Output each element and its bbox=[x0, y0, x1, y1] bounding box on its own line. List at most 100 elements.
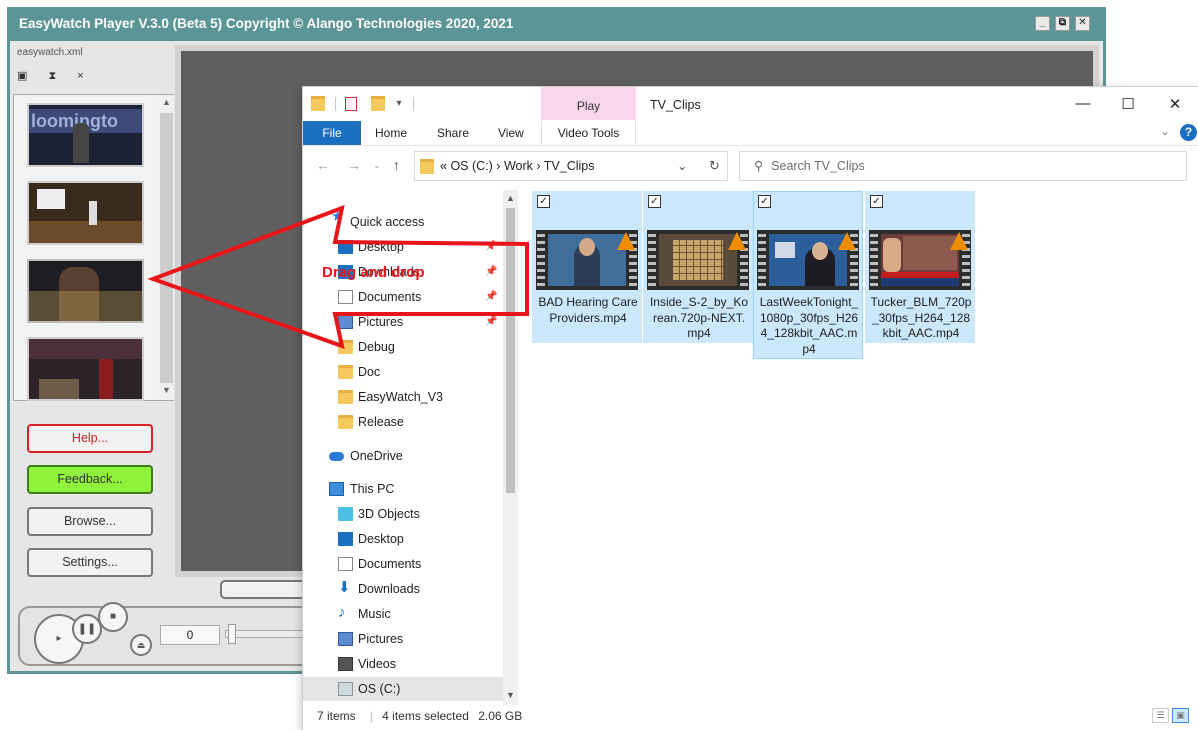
playlist-thumbnails[interactable]: loomingto ▲ ▼ bbox=[13, 94, 174, 401]
folder-icon bbox=[338, 390, 353, 404]
forward-icon[interactable]: → bbox=[347, 157, 361, 173]
scroll-down-icon[interactable]: ▼ bbox=[506, 690, 515, 700]
nav-item-downloads-pc[interactable]: ⬇ Downloads bbox=[303, 577, 503, 601]
stop-button[interactable]: ■ bbox=[98, 602, 128, 632]
videos-icon bbox=[338, 657, 353, 671]
minimize-button[interactable]: — bbox=[1073, 95, 1093, 112]
nav-item-doc[interactable]: Doc bbox=[303, 360, 503, 384]
pin-icon[interactable]: 📌 bbox=[485, 235, 497, 259]
selection-size: 2.06 GB bbox=[478, 709, 523, 723]
cube-icon bbox=[338, 507, 353, 521]
search-input[interactable]: ⚲ Search TV_Clips bbox=[739, 151, 1187, 181]
nav-item-music[interactable]: ♪ Music bbox=[303, 602, 503, 626]
explorer-titlebar: ▾ Play TV_Clips — ☐ ✕ bbox=[303, 87, 1198, 121]
large-icons-view-icon[interactable]: ▣ bbox=[1172, 708, 1189, 723]
file-item[interactable]: ✓ Tucker_BLM_720p_30fps_H264_128kbit_AAC… bbox=[865, 191, 975, 343]
playlist-item[interactable] bbox=[27, 181, 144, 245]
maximize-button[interactable]: ☐ bbox=[1118, 95, 1138, 113]
nav-item-this-pc[interactable]: This PC bbox=[303, 477, 503, 501]
vlc-icon bbox=[950, 232, 968, 250]
nav-item-pictures-pc[interactable]: Pictures bbox=[303, 627, 503, 651]
nav-item-quick-access[interactable]: ★ Quick access bbox=[303, 208, 503, 234]
tab-file[interactable]: File bbox=[303, 121, 361, 145]
folder-icon bbox=[420, 159, 434, 174]
navigation-scroll-thumb[interactable] bbox=[506, 208, 515, 493]
pin-icon[interactable]: 📌 bbox=[485, 310, 497, 334]
pin-icon[interactable]: 📌 bbox=[485, 260, 497, 284]
tab-share[interactable]: Share bbox=[437, 121, 469, 145]
scroll-up-icon[interactable]: ▲ bbox=[506, 193, 515, 203]
playlist-item-selected[interactable] bbox=[27, 259, 144, 323]
browse-button[interactable]: Browse... bbox=[27, 507, 153, 536]
help-button[interactable]: Help... bbox=[27, 424, 153, 453]
pin-icon[interactable]: 📌 bbox=[485, 285, 497, 309]
nav-item-documents[interactable]: Documents 📌 bbox=[303, 285, 503, 309]
vlc-icon bbox=[728, 232, 746, 250]
pc-icon bbox=[329, 482, 344, 496]
address-bar[interactable]: « OS (C:) › Work › TV_Clips ⌄ ↻ bbox=[414, 151, 728, 181]
recent-dropdown-icon[interactable]: ⌄ bbox=[373, 160, 381, 171]
folder-icon[interactable] bbox=[311, 96, 325, 112]
checkbox[interactable]: ✓ bbox=[870, 195, 883, 208]
nav-item-debug[interactable]: Debug bbox=[303, 335, 503, 359]
file-item-focused[interactable]: ✓ LastWeekTonight_1080p_30fps_H264_128kb… bbox=[753, 191, 863, 359]
up-icon[interactable]: ↑ bbox=[393, 157, 400, 173]
checkbox[interactable]: ✓ bbox=[758, 195, 771, 208]
nav-item-onedrive[interactable]: OneDrive bbox=[303, 444, 503, 468]
breadcrumb[interactable]: « OS (C:) › Work › TV_Clips bbox=[440, 152, 595, 180]
playlist-item[interactable]: loomingto bbox=[27, 103, 144, 167]
playlist-scroll-thumb[interactable] bbox=[160, 113, 173, 383]
quick-access-toolbar[interactable]: ▾ bbox=[311, 95, 415, 113]
properties-icon[interactable] bbox=[345, 96, 358, 111]
nav-item-os-c[interactable]: OS (C:) bbox=[303, 677, 503, 701]
file-item[interactable]: ✓ Inside_S-2_by_Korean.720p-NEXT.mp4 bbox=[643, 191, 753, 343]
pictures-icon bbox=[338, 315, 353, 329]
file-name: Tucker_BLM_720p_30fps_H264_128kbit_AAC.m… bbox=[870, 295, 972, 340]
folder-icon bbox=[338, 340, 353, 354]
vlc-icon bbox=[838, 232, 856, 250]
new-folder-icon[interactable] bbox=[370, 96, 385, 112]
refresh-icon[interactable]: ↻ bbox=[709, 152, 720, 180]
chevron-down-icon[interactable]: ⌄ bbox=[1160, 124, 1170, 138]
restore-button[interactable]: ⧉ bbox=[1055, 16, 1070, 31]
tab-view[interactable]: View bbox=[498, 121, 524, 145]
eject-button[interactable]: ⏏ bbox=[130, 634, 152, 656]
nav-item-easywatch-v3[interactable]: EasyWatch_V3 bbox=[303, 385, 503, 409]
folder-icon bbox=[338, 415, 353, 429]
playlist-item[interactable] bbox=[27, 337, 144, 401]
nav-item-desktop[interactable]: Desktop 📌 bbox=[303, 235, 503, 259]
star-icon: ★ bbox=[331, 208, 345, 225]
qat-dropdown-icon[interactable]: ▾ bbox=[397, 98, 402, 109]
seek-handle[interactable] bbox=[228, 624, 236, 644]
drag-and-drop-label: Drag and drop bbox=[322, 264, 425, 281]
tab-video-tools[interactable]: Video Tools bbox=[541, 121, 636, 145]
nav-item-documents-pc[interactable]: Documents bbox=[303, 552, 503, 576]
scroll-down-icon[interactable]: ▼ bbox=[162, 385, 171, 395]
nav-item-desktop-pc[interactable]: Desktop bbox=[303, 527, 503, 551]
nav-item-pictures[interactable]: Pictures 📌 bbox=[303, 310, 503, 334]
address-dropdown-icon[interactable]: ⌄ bbox=[677, 152, 687, 180]
playlist-scrollbar[interactable]: ▲ ▼ bbox=[159, 95, 174, 400]
downloads-icon: ⬇ bbox=[338, 579, 351, 596]
minimize-button[interactable]: _ bbox=[1035, 16, 1050, 31]
close-button[interactable]: ✕ bbox=[1075, 16, 1090, 31]
pictures-icon bbox=[338, 632, 353, 646]
help-icon[interactable]: ? bbox=[1180, 124, 1197, 141]
nav-item-release[interactable]: Release bbox=[303, 410, 503, 434]
settings-button[interactable]: Settings... bbox=[27, 548, 153, 577]
scroll-up-icon[interactable]: ▲ bbox=[162, 97, 171, 107]
feedback-button[interactable]: Feedback... bbox=[27, 465, 153, 494]
checkbox[interactable]: ✓ bbox=[648, 195, 661, 208]
screen: EasyWatch Player V.3.0 (Beta 5) Copyrigh… bbox=[0, 0, 1198, 730]
playlist-tool-icons[interactable]: ▣ ⧗ × bbox=[17, 69, 93, 83]
details-view-icon[interactable]: ☰ bbox=[1152, 708, 1169, 723]
nav-item-videos[interactable]: Videos bbox=[303, 652, 503, 676]
file-item[interactable]: ✓ BAD Hearing Care Providers.mp4 bbox=[532, 191, 642, 343]
checkbox[interactable]: ✓ bbox=[537, 195, 550, 208]
navigation-scrollbar[interactable]: ▲ ▼ bbox=[503, 190, 518, 705]
play-context-tab[interactable]: Play bbox=[541, 87, 636, 120]
nav-item-3d-objects[interactable]: 3D Objects bbox=[303, 502, 503, 526]
back-icon[interactable]: ← bbox=[316, 157, 330, 173]
tab-home[interactable]: Home bbox=[375, 121, 407, 145]
close-button[interactable]: ✕ bbox=[1165, 95, 1185, 113]
